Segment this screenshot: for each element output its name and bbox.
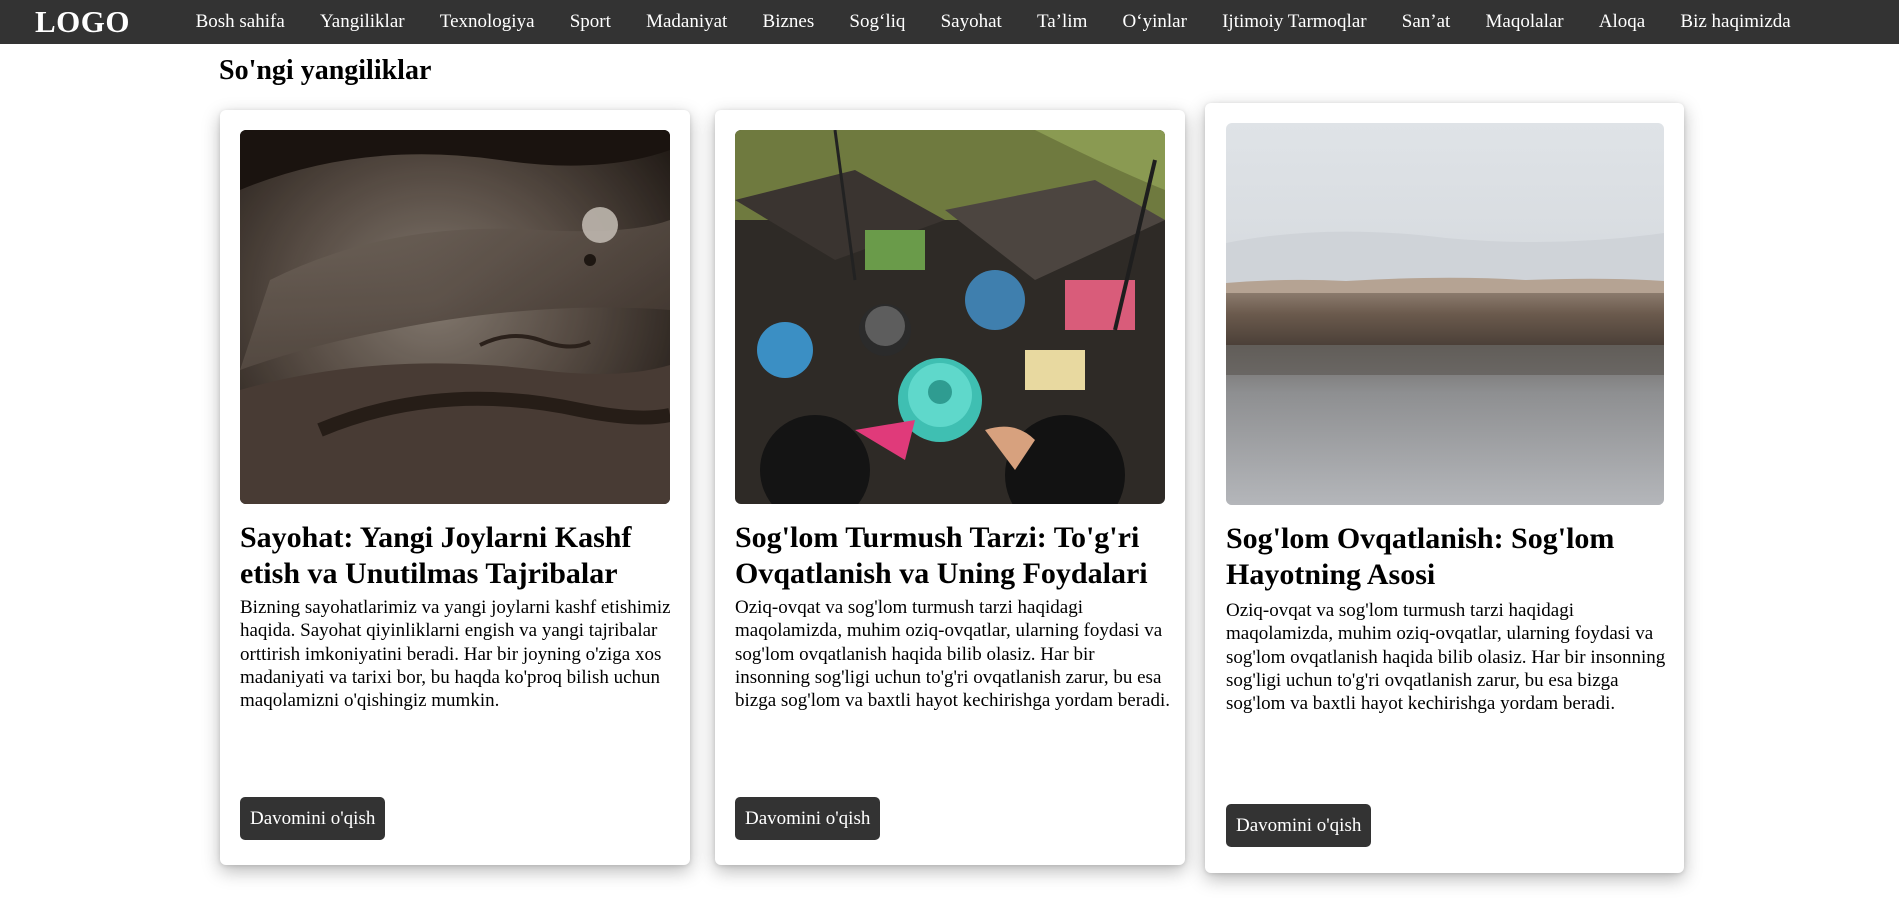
nav-item-yangiliklar[interactable]: Yangiliklar xyxy=(302,0,422,44)
card-description: Oziq-ovqat va sog'lom turmush tarzi haqi… xyxy=(735,597,1171,712)
nav-item-sport[interactable]: Sport xyxy=(552,0,628,44)
nav-item-sayohat[interactable]: Sayohat xyxy=(923,0,1019,44)
nav-item-oyinlar[interactable]: O‘yinlar xyxy=(1105,0,1205,44)
nav-menu: Bosh sahifa Yangiliklar Texnologiya Spor… xyxy=(178,0,1808,44)
card-title: Sog'lom Turmush Tarzi: To'g'ri Ovqatlani… xyxy=(735,521,1148,590)
top-navbar: LOGO Bosh sahifa Yangiliklar Texnologiya… xyxy=(0,0,1899,44)
nav-item-talim[interactable]: Ta’lim xyxy=(1019,0,1105,44)
site-logo[interactable]: LOGO xyxy=(35,4,130,40)
read-more-button[interactable]: Davomini o'qish xyxy=(1226,804,1372,847)
nav-item-bosh-sahifa[interactable]: Bosh sahifa xyxy=(178,0,302,44)
nav-item-ijtimoiy-tarmoqlar[interactable]: Ijtimoiy Tarmoqlar xyxy=(1205,0,1385,44)
section-title: So'ngi yangiliklar xyxy=(219,55,432,86)
rocky-shore-lake-image[interactable] xyxy=(1226,123,1664,505)
nav-item-biz-haqimizda[interactable]: Biz haqimizda xyxy=(1663,0,1808,44)
nav-item-sanat[interactable]: San’at xyxy=(1384,0,1468,44)
news-card: Sog'lom Ovqatlanish: Sog'lom Hayotning A… xyxy=(1205,103,1684,873)
card-description: Bizning sayohatlarimiz va yangi joylarni… xyxy=(240,597,671,712)
card-title: Sog'lom Ovqatlanish: Sog'lom Hayotning A… xyxy=(1226,522,1615,591)
news-card: Sog'lom Turmush Tarzi: To'g'ri Ovqatlani… xyxy=(715,110,1185,865)
read-more-button[interactable]: Davomini o'qish xyxy=(240,797,386,840)
news-card: Sayohat: Yangi Joylarni Kashf etish va U… xyxy=(220,110,690,865)
nav-item-madaniyat[interactable]: Madaniyat xyxy=(628,0,744,44)
nav-item-maqolalar[interactable]: Maqolalar xyxy=(1468,0,1581,44)
nav-item-aloqa[interactable]: Aloqa xyxy=(1581,0,1663,44)
nav-item-sogliq[interactable]: Sog‘liq xyxy=(832,0,923,44)
card-title: Sayohat: Yangi Joylarni Kashf etish va U… xyxy=(240,521,632,590)
vintage-car-image[interactable] xyxy=(240,130,670,504)
nav-item-texnologiya[interactable]: Texnologiya xyxy=(422,0,552,44)
card-description: Oziq-ovqat va sog'lom turmush tarzi haqi… xyxy=(1226,600,1666,715)
read-more-button[interactable]: Davomini o'qish xyxy=(735,797,881,840)
nav-item-biznes[interactable]: Biznes xyxy=(745,0,832,44)
floating-market-image[interactable] xyxy=(735,130,1165,504)
